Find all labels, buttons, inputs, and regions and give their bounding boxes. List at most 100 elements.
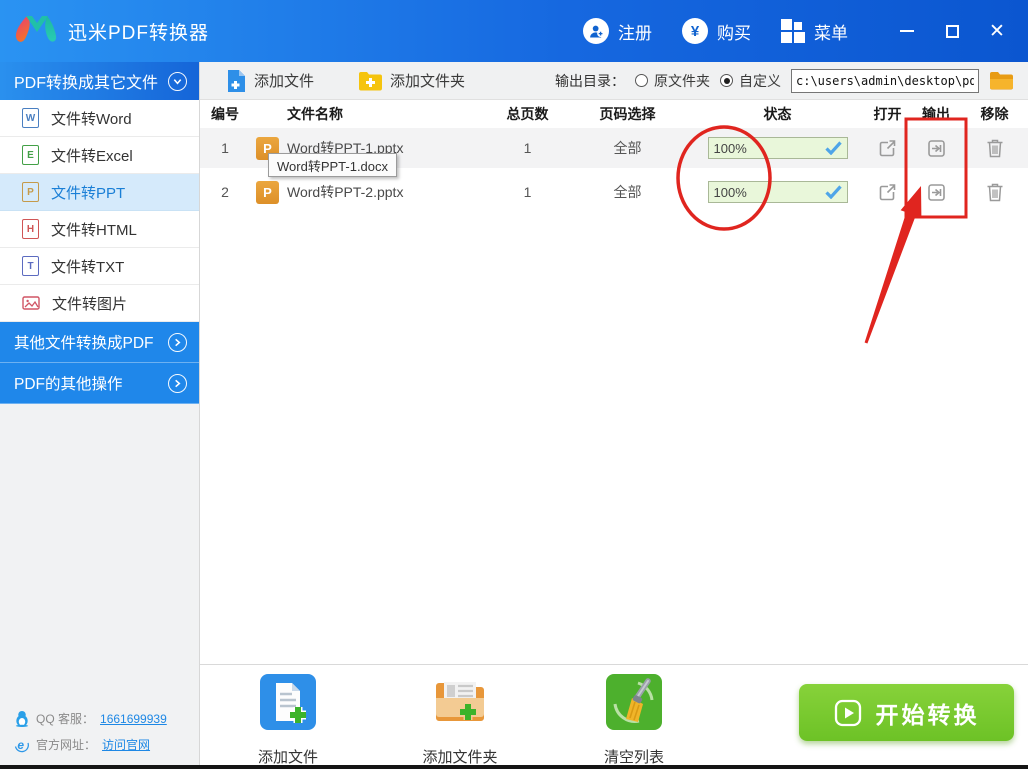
export-icon xyxy=(927,139,946,158)
minimize-icon xyxy=(900,30,914,32)
output-path-input[interactable] xyxy=(791,69,979,93)
sidebar-item-to-excel[interactable]: E 文件转Excel xyxy=(0,137,199,174)
progress-bar: 100% xyxy=(708,137,848,159)
col-pages: 总页数 xyxy=(490,104,565,124)
sidebar-section-pdf-ops[interactable]: PDF的其他操作 xyxy=(0,363,199,404)
export-file-button[interactable] xyxy=(910,139,962,158)
qq-number-link[interactable]: 1661699939 xyxy=(100,712,167,726)
svg-text:e: e xyxy=(17,738,24,752)
toolbar: 添加文件 添加文件夹 输出目录： 原文件夹 自定义 xyxy=(200,62,1028,100)
sidebar-item-to-image[interactable]: 文件转图片 xyxy=(0,285,199,322)
open-file-button[interactable] xyxy=(865,139,910,158)
radio-checked-icon xyxy=(720,74,733,87)
sidebar-section-pdf-to-other[interactable]: PDF转换成其它文件 xyxy=(0,62,199,100)
sidebar-item-to-txt[interactable]: T 文件转TXT xyxy=(0,248,199,285)
progress-bar: 100% xyxy=(708,181,848,203)
titlebar-actions: 注册 ¥ 购买 菜单 ✕ xyxy=(583,18,1014,44)
official-site-link[interactable]: 访问官网 xyxy=(102,736,150,753)
chevron-right-icon xyxy=(168,333,187,352)
app-body: PDF转换成其它文件 W 文件转Word E 文件转Excel P 文件转PPT… xyxy=(0,62,1028,765)
page-range: 全部 xyxy=(565,182,690,202)
sidebar-item-to-ppt[interactable]: P 文件转PPT xyxy=(0,174,199,211)
sidebar-section-other-to-pdf[interactable]: 其他文件转换成PDF xyxy=(0,322,199,363)
footer-add-file-button[interactable]: 添加文件 xyxy=(236,674,340,767)
register-label: 注册 xyxy=(618,19,652,44)
close-icon: ✕ xyxy=(989,22,1005,41)
play-icon xyxy=(834,699,862,727)
section-label: PDF转换成其它文件 xyxy=(14,69,158,93)
row-number: 2 xyxy=(200,184,250,200)
add-file-big-icon xyxy=(260,674,316,730)
qq-support-line: QQ 客服： 1661699939 xyxy=(14,710,199,727)
footer-add-folder-label: 添加文件夹 xyxy=(408,746,512,767)
add-file-label: 添加文件 xyxy=(254,70,314,91)
add-file-icon xyxy=(226,69,247,93)
export-icon xyxy=(927,183,946,202)
table-empty-area xyxy=(200,216,1028,664)
browse-folder-button[interactable] xyxy=(989,71,1014,91)
menu-grid-icon xyxy=(781,19,805,43)
radio-icon xyxy=(635,74,648,87)
minimize-button[interactable] xyxy=(898,22,916,40)
menu-label: 菜单 xyxy=(814,19,848,44)
progress-value: 100% xyxy=(714,185,747,200)
file-name: Word转PPT-2.pptx xyxy=(287,182,403,202)
yen-icon: ¥ xyxy=(682,18,708,44)
register-button[interactable]: 注册 xyxy=(583,18,652,44)
remove-file-button[interactable] xyxy=(962,182,1027,202)
sidebar-item-label: 文件转HTML xyxy=(51,219,137,240)
progress-value: 100% xyxy=(714,141,747,156)
excel-doc-icon: E xyxy=(22,145,39,165)
menu-button[interactable]: 菜单 xyxy=(781,19,848,44)
status-cell: 100% xyxy=(690,137,865,159)
site-label: 官方网址： xyxy=(36,736,96,753)
col-filename: 文件名称 xyxy=(250,104,490,124)
file-cell: P Word转PPT-2.pptx xyxy=(250,181,490,204)
ie-browser-icon: e xyxy=(14,737,30,753)
section-label: 其他文件转换成PDF xyxy=(14,331,154,353)
buy-button[interactable]: ¥ 购买 xyxy=(682,18,751,44)
open-file-button[interactable] xyxy=(865,183,910,202)
table-header: 编号 文件名称 总页数 页码选择 状态 打开 输出 移除 xyxy=(200,100,1028,128)
chevron-right-icon xyxy=(168,374,187,393)
trash-icon xyxy=(986,182,1004,202)
col-range: 页码选择 xyxy=(565,104,690,124)
footer-add-folder-button[interactable]: 添加文件夹 xyxy=(408,674,512,767)
add-folder-button[interactable]: 添加文件夹 xyxy=(358,70,465,91)
export-file-button[interactable] xyxy=(910,183,962,202)
close-button[interactable]: ✕ xyxy=(988,22,1006,40)
footer-clear-list-label: 清空列表 xyxy=(582,746,686,767)
title-bar: 迅米PDF转换器 注册 ¥ 购买 菜单 xyxy=(0,0,1028,62)
output-dir-group: 输出目录： 原文件夹 自定义 xyxy=(555,69,1014,93)
sidebar-item-label: 文件转Excel xyxy=(51,145,133,166)
app-logo-icon xyxy=(14,10,60,52)
footer-clear-list-button[interactable]: 清空列表 xyxy=(582,674,686,767)
chevron-down-icon xyxy=(168,72,187,91)
col-open: 打开 xyxy=(865,104,910,124)
radio-custom[interactable]: 自定义 xyxy=(720,71,781,91)
footer-bar: 添加文件 添加文件夹 xyxy=(200,664,1028,765)
maximize-button[interactable] xyxy=(943,22,961,40)
start-convert-button[interactable]: 开始转换 xyxy=(799,684,1014,741)
row-number: 1 xyxy=(200,140,250,156)
sidebar-item-label: 文件转图片 xyxy=(52,293,127,314)
qq-label: QQ 客服： xyxy=(36,710,94,727)
radio-original-label: 原文件夹 xyxy=(654,71,710,91)
sidebar-item-to-html[interactable]: H 文件转HTML xyxy=(0,211,199,248)
sidebar-item-to-word[interactable]: W 文件转Word xyxy=(0,100,199,137)
ppt-file-icon: P xyxy=(256,181,279,204)
buy-label: 购买 xyxy=(717,19,751,44)
clean-broom-icon xyxy=(606,674,662,730)
remove-file-button[interactable] xyxy=(962,138,1027,158)
window-bottom-edge xyxy=(0,765,1028,769)
page-range: 全部 xyxy=(565,138,690,158)
col-status: 状态 xyxy=(690,104,865,124)
image-icon xyxy=(22,294,40,312)
open-external-icon xyxy=(878,183,897,202)
browse-folder-icon xyxy=(989,71,1014,91)
radio-original-folder[interactable]: 原文件夹 xyxy=(635,71,710,91)
html-doc-icon: H xyxy=(22,219,39,239)
page-count: 1 xyxy=(490,140,565,156)
add-file-button[interactable]: 添加文件 xyxy=(226,69,314,93)
maximize-icon xyxy=(946,25,959,38)
